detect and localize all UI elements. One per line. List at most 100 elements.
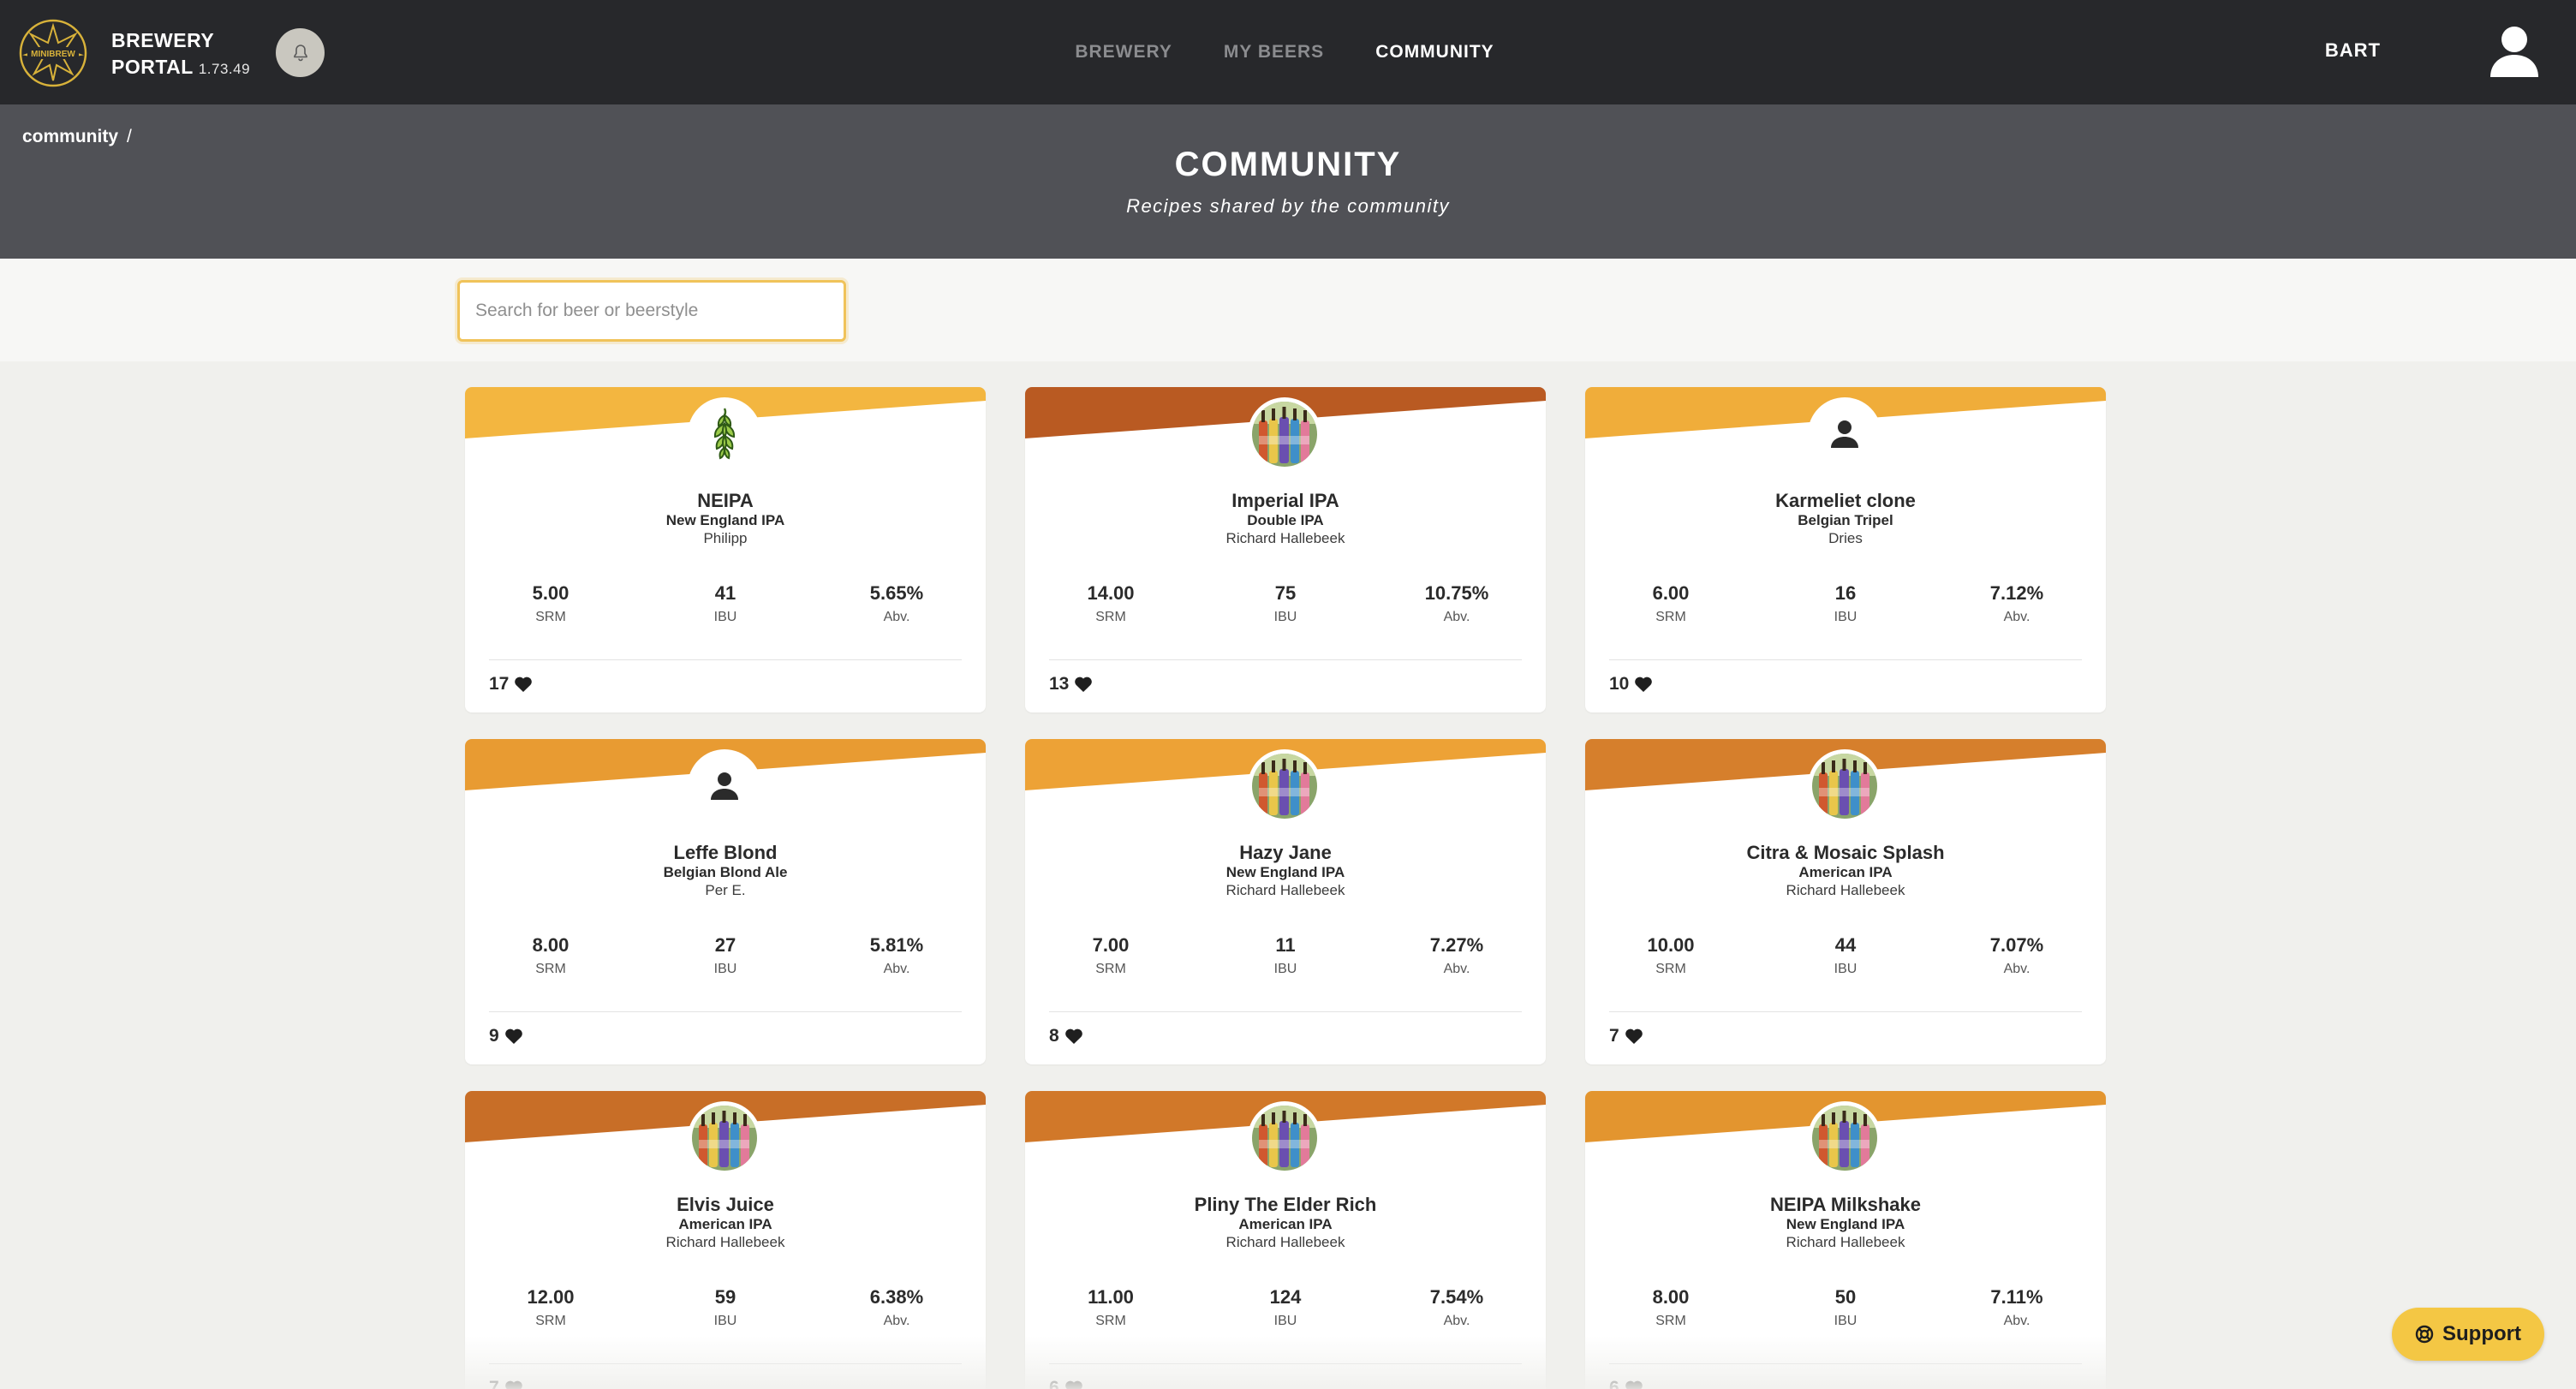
card-beer-name[interactable]: Citra & Mosaic Splash — [1585, 842, 2106, 864]
notifications-button[interactable] — [276, 28, 325, 77]
stat-srm-value: 8.00 — [1652, 1286, 1690, 1308]
like-button[interactable]: 17 — [489, 674, 533, 694]
like-button[interactable]: 13 — [1049, 674, 1093, 694]
card-beer-name[interactable]: Karmeliet clone — [1585, 490, 2106, 512]
card-beer-name[interactable]: Leffe Blond — [465, 842, 986, 864]
recipe-grid: NEIPA New England IPA Philipp 5.00 SRM 4… — [465, 387, 2109, 1389]
stat-ibu: 50 IBU — [1794, 1286, 1897, 1329]
stat-ibu-label: IBU — [713, 610, 737, 624]
like-button[interactable]: 7 — [1609, 1026, 1643, 1046]
like-button[interactable]: 8 — [1049, 1026, 1083, 1046]
bell-icon — [293, 44, 307, 61]
card-stats: 12.00 SRM 59 IBU 6.38% Abv. — [465, 1286, 986, 1329]
heart-icon — [1635, 677, 1653, 692]
bottles-photo — [1812, 754, 1877, 819]
stat-abv-label: Abv. — [2003, 610, 2030, 624]
stat-srm-value: 12.00 — [527, 1286, 575, 1308]
heart-icon — [1075, 677, 1093, 692]
page-title: COMMUNITY — [1174, 146, 1402, 183]
stat-srm: 14.00 SRM — [1059, 582, 1162, 625]
stat-ibu-label: IBU — [1273, 610, 1297, 624]
stat-abv: 5.65% Abv. — [845, 582, 948, 625]
card-stats: 11.00 SRM 124 IBU 7.54% Abv. — [1025, 1286, 1546, 1329]
stat-ibu-value: 59 — [714, 1286, 736, 1308]
breadcrumb-separator: / — [127, 127, 132, 146]
stat-ibu: 75 IBU — [1234, 582, 1337, 625]
stat-abv-value: 7.07% — [1989, 934, 2044, 956]
card-author: Richard Hallebeek — [1225, 882, 1345, 898]
stat-srm: 6.00 SRM — [1619, 582, 1722, 625]
stat-srm-value: 14.00 — [1087, 582, 1135, 604]
hop-icon — [713, 408, 736, 460]
stat-ibu-label: IBU — [1273, 1314, 1297, 1328]
stat-abv-value: 5.65% — [869, 582, 924, 604]
person-icon — [1831, 420, 1858, 448]
stat-srm: 10.00 SRM — [1619, 934, 1722, 977]
recipe-card[interactable]: NEIPA New England IPA Philipp 5.00 SRM 4… — [465, 387, 986, 712]
card-beer-name[interactable]: Elvis Juice — [465, 1194, 986, 1216]
nav-community[interactable]: COMMUNITY — [1375, 42, 1494, 63]
recipe-card[interactable]: Karmeliet clone Belgian Tripel Dries 6.0… — [1585, 387, 2106, 712]
bottles-photo — [1252, 1106, 1317, 1171]
recipe-card[interactable]: Citra & Mosaic Splash American IPA Richa… — [1585, 739, 2106, 1064]
card-avatar — [688, 1101, 761, 1175]
search-band — [0, 259, 2576, 361]
breadcrumb-community[interactable]: community — [22, 127, 118, 146]
user-avatar[interactable] — [2484, 21, 2545, 82]
card-author: Philipp — [703, 530, 748, 546]
card-author: Richard Hallebeek — [1786, 1234, 1905, 1250]
nav-brewery[interactable]: BREWERY — [1075, 42, 1172, 63]
card-beer-name[interactable]: NEIPA — [465, 490, 986, 512]
recipe-card[interactable]: Imperial IPA Double IPA Richard Hallebee… — [1025, 387, 1546, 712]
stat-srm-label: SRM — [535, 1314, 566, 1328]
stat-srm-value: 5.00 — [532, 582, 569, 604]
stat-ibu-label: IBU — [1834, 962, 1857, 976]
card-beer-name[interactable]: NEIPA Milkshake — [1585, 1194, 2106, 1216]
card-author: Per E. — [705, 882, 746, 898]
stat-abv-value: 7.11% — [1990, 1286, 2043, 1308]
nav-my-beers[interactable]: MY BEERS — [1224, 42, 1324, 63]
like-button[interactable]: 9 — [489, 1026, 523, 1046]
stat-ibu-value: 16 — [1834, 582, 1857, 604]
card-beer-name[interactable]: Imperial IPA — [1025, 490, 1546, 512]
card-author: Richard Hallebeek — [1225, 1234, 1345, 1250]
page-subtitle: Recipes shared by the community — [1126, 195, 1450, 217]
user-name[interactable]: BART — [2325, 39, 2381, 62]
card-beer-style: American IPA — [678, 1216, 772, 1232]
like-button[interactable]: 10 — [1609, 674, 1653, 694]
stat-ibu-label: IBU — [1834, 1314, 1857, 1328]
recipe-card[interactable]: Leffe Blond Belgian Blond Ale Per E. 8.0… — [465, 739, 986, 1064]
stat-abv-label: Abv. — [1443, 962, 1470, 976]
card-beer-name[interactable]: Pliny The Elder Rich — [1025, 1194, 1546, 1216]
top-bar: MINIBREW BREWERY PORTAL 1.73.49 BREWERY M… — [0, 0, 2576, 104]
card-beer-style: New England IPA — [1225, 864, 1345, 880]
search-input[interactable] — [457, 280, 846, 342]
like-count: 9 — [489, 1026, 499, 1046]
stat-abv-value: 7.12% — [1989, 582, 2044, 604]
main-nav: BREWERY MY BEERS COMMUNITY — [1028, 0, 1541, 104]
stat-srm-label: SRM — [1655, 962, 1686, 976]
heart-icon — [1625, 1028, 1643, 1044]
support-button[interactable]: Support — [2392, 1308, 2544, 1361]
stat-abv-label: Abv. — [883, 610, 910, 624]
heart-icon — [504, 1028, 522, 1044]
card-beer-style: Belgian Blond Ale — [663, 864, 788, 880]
card-avatar — [688, 749, 761, 823]
card-divider — [489, 1011, 962, 1012]
like-count: 7 — [1609, 1026, 1619, 1046]
stat-srm: 7.00 SRM — [1059, 934, 1162, 977]
stat-abv-value: 7.54% — [1429, 1286, 1484, 1308]
bottles-photo — [1252, 754, 1317, 819]
stat-srm: 11.00 SRM — [1059, 1286, 1162, 1329]
minibrew-logo[interactable]: MINIBREW — [19, 19, 87, 87]
card-avatar — [1808, 397, 1881, 471]
bottles-photo — [1812, 1106, 1877, 1171]
recipe-card[interactable]: Hazy Jane New England IPA Richard Halleb… — [1025, 739, 1546, 1064]
card-beer-name[interactable]: Hazy Jane — [1025, 842, 1546, 864]
stat-abv-value: 10.75% — [1424, 582, 1489, 604]
stat-ibu: 11 IBU — [1234, 934, 1337, 977]
card-author: Richard Hallebeek — [665, 1234, 785, 1250]
stat-ibu-value: 27 — [714, 934, 736, 956]
like-count: 8 — [1049, 1026, 1059, 1046]
stat-abv: 7.54% Abv. — [1405, 1286, 1508, 1329]
